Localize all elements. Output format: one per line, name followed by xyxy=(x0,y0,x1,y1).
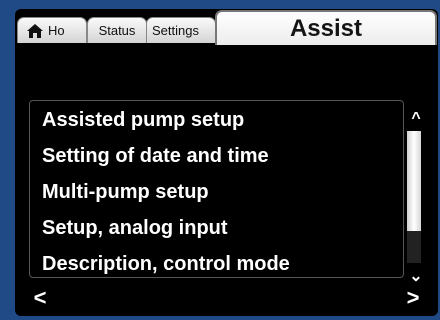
chevron-up-icon[interactable]: ^ xyxy=(408,111,424,127)
assist-menu-list: Assisted pump setup Setting of date and … xyxy=(29,100,404,278)
list-item[interactable]: Setup, analog input xyxy=(30,210,403,246)
scrollbar-thumb[interactable] xyxy=(407,131,421,231)
scrollbar-track[interactable] xyxy=(407,131,421,263)
chevron-left-icon[interactable]: < xyxy=(31,287,49,309)
list-item[interactable]: Assisted pump setup xyxy=(30,102,403,138)
list-item[interactable]: Multi-pump setup xyxy=(30,174,403,210)
tab-status[interactable]: Status xyxy=(87,17,147,43)
tab-settings[interactable]: Settings xyxy=(146,17,216,43)
chevron-down-icon[interactable]: ⌄ xyxy=(408,269,424,285)
home-icon xyxy=(27,23,43,38)
list-item[interactable]: Setting of date and time xyxy=(30,138,403,174)
tab-assist[interactable]: Assist xyxy=(215,10,437,45)
chevron-right-icon[interactable]: > xyxy=(404,287,422,309)
tab-status-label: Status xyxy=(98,23,136,38)
list-item[interactable]: Description, control mode xyxy=(30,246,403,277)
tab-settings-label: Settings xyxy=(152,23,199,38)
display-screen: Ho Status Settings Assist Assisted pump … xyxy=(15,9,438,316)
tab-bar: Ho Status Settings Assist xyxy=(15,9,438,45)
tab-assist-label: Assist xyxy=(289,14,363,42)
tab-home[interactable]: Ho xyxy=(17,17,87,43)
tab-home-label: Ho xyxy=(48,23,65,38)
